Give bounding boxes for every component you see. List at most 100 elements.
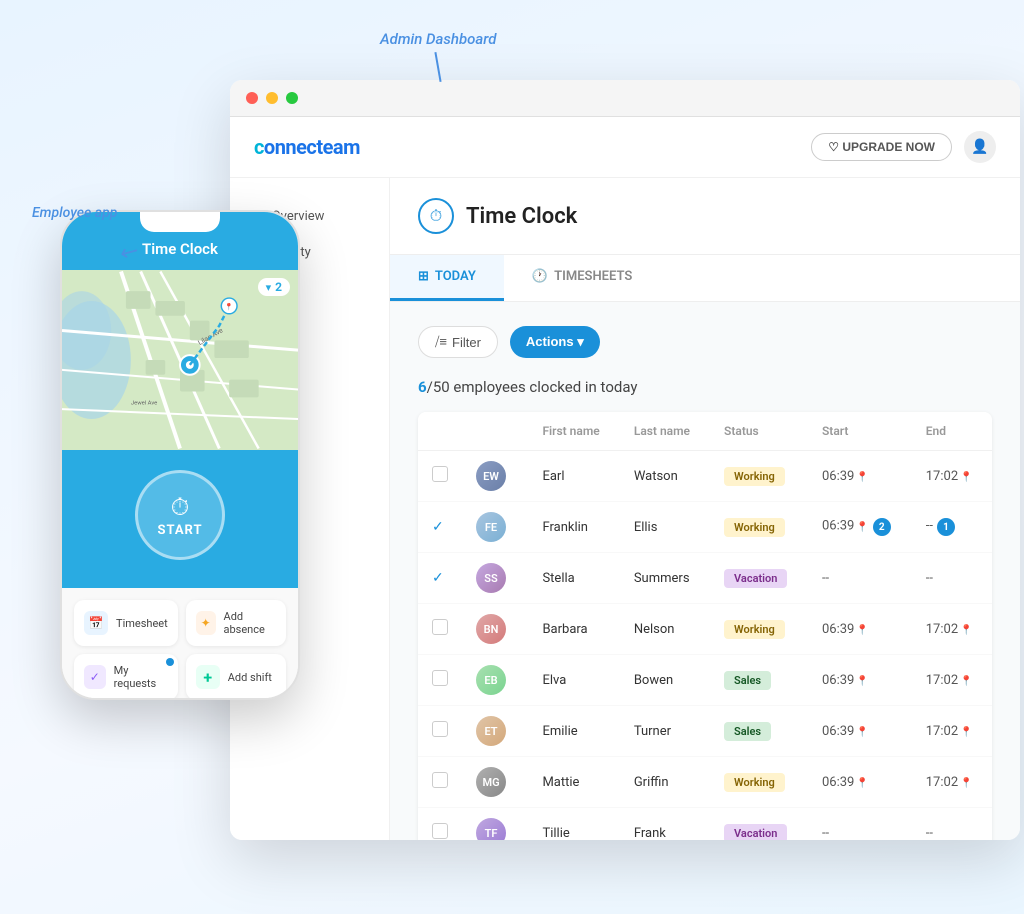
td-firstname: Tillie	[528, 808, 619, 841]
status-badge: Working	[724, 620, 785, 639]
th-end: End	[912, 412, 992, 451]
my-requests-label: My requests	[114, 664, 168, 690]
td-firstname: Barbara	[528, 604, 619, 655]
filter-button[interactable]: ⧸≡ Filter	[418, 326, 498, 358]
td-checkbox[interactable]: ✓	[418, 502, 462, 553]
td-checkbox[interactable]	[418, 604, 462, 655]
main-wrapper: Admin Dashboard Employee app ↙ Time Cloc…	[0, 0, 1024, 914]
td-end: 17:02📍	[912, 757, 992, 808]
end-time: --	[926, 519, 933, 534]
td-end: 17:02📍	[912, 451, 992, 502]
td-firstname: Earl	[528, 451, 619, 502]
content-area: ⧸≡ Filter Actions ▾ 6/50 employees clock…	[390, 302, 1020, 840]
td-lastname: Bowen	[620, 655, 710, 706]
timesheet-label: Timesheet	[116, 617, 168, 630]
td-firstname: Mattie	[528, 757, 619, 808]
end-time: 17:02	[926, 775, 958, 790]
th-lastname: Last name	[620, 412, 710, 451]
pin-icon: 📍	[856, 472, 868, 483]
add-absence-action[interactable]: ✦ Add absence	[186, 600, 286, 646]
timesheet-icon: 📅	[84, 611, 108, 635]
td-checkbox[interactable]	[418, 808, 462, 841]
start-label: START	[157, 523, 202, 538]
timer-icon: ⏱	[171, 493, 190, 521]
pin-icon-end: 📍	[960, 676, 972, 687]
upgrade-button[interactable]: ♡ UPGRADE NOW	[811, 133, 952, 161]
avatar: BN	[476, 614, 506, 644]
admin-header: connecteam ♡ UPGRADE NOW 👤	[230, 117, 1020, 178]
td-end: 17:02📍	[912, 604, 992, 655]
add-shift-action[interactable]: + Add shift	[186, 654, 286, 700]
table-row[interactable]: ✓ FE Franklin Ellis Working 06:39📍2 --1	[418, 502, 992, 553]
td-lastname: Frank	[620, 808, 710, 841]
start-time: --	[822, 571, 829, 586]
table-row[interactable]: BN Barbara Nelson Working 06:39📍 17:02📍	[418, 604, 992, 655]
status-badge: Sales	[724, 671, 771, 690]
td-lastname: Summers	[620, 553, 710, 604]
check-unchecked	[432, 721, 448, 737]
actions-label: Actions ▾	[526, 334, 584, 350]
dot-green[interactable]	[286, 92, 298, 104]
td-end: -- 1	[912, 502, 992, 553]
td-end: --	[912, 808, 992, 841]
dot-red[interactable]	[246, 92, 258, 104]
td-start: 06:39📍	[808, 451, 912, 502]
table-row[interactable]: ✓ SS Stella Summers Vacation -- --	[418, 553, 992, 604]
end-time: 17:02	[926, 724, 958, 739]
check-checked-icon: ✓	[432, 570, 444, 586]
table-row[interactable]: MG Mattie Griffin Working 06:39📍 17:02📍	[418, 757, 992, 808]
end-time: --	[926, 826, 933, 841]
td-firstname: Franklin	[528, 502, 619, 553]
phone-bottom-grid: 📅 Timesheet ✦ Add absence ✓ My requests …	[62, 588, 298, 700]
td-checkbox[interactable]	[418, 451, 462, 502]
td-avatar: ET	[462, 706, 528, 757]
employee-count-total: 50	[433, 378, 450, 396]
end-badge: 1	[937, 518, 955, 536]
tab-today-label: TODAY	[435, 269, 476, 284]
td-status: Working	[710, 502, 808, 553]
actions-button[interactable]: Actions ▾	[510, 326, 600, 358]
td-checkbox[interactable]	[418, 655, 462, 706]
status-badge: Working	[724, 518, 785, 537]
table-row[interactable]: ET Emilie Turner Sales 06:39📍 17:02📍	[418, 706, 992, 757]
th-status: Status	[710, 412, 808, 451]
check-unchecked	[432, 823, 448, 839]
table-header-row: First name Last name Status Start End	[418, 412, 992, 451]
admin-window: connecteam ♡ UPGRADE NOW 👤 ⊞ Overview ≡ …	[230, 80, 1020, 840]
tab-timesheets-icon: 🕐	[532, 269, 548, 284]
brand-logo: connecteam	[254, 135, 360, 159]
table-row[interactable]: TF Tillie Frank Vacation -- --	[418, 808, 992, 841]
pin-icon: 📍	[856, 778, 868, 789]
phone-title: Time Clock	[142, 240, 218, 258]
check-unchecked	[432, 772, 448, 788]
td-start: --	[808, 553, 912, 604]
start-time: --	[822, 826, 829, 841]
phone-start-area[interactable]: ⏱ START	[62, 450, 298, 588]
user-avatar[interactable]: 👤	[964, 131, 996, 163]
my-requests-action[interactable]: ✓ My requests	[74, 654, 178, 700]
start-time: 06:39	[822, 724, 854, 739]
td-start: 06:39📍	[808, 757, 912, 808]
avatar: ET	[476, 716, 506, 746]
td-status: Vacation	[710, 808, 808, 841]
tab-today-icon: ⊞	[418, 269, 429, 284]
tab-today[interactable]: ⊞ TODAY	[390, 255, 504, 301]
td-checkbox[interactable]	[418, 706, 462, 757]
check-unchecked	[432, 670, 448, 686]
clock-icon: ⏱	[418, 198, 454, 234]
end-time: 17:02	[926, 469, 958, 484]
td-checkbox[interactable]: ✓	[418, 553, 462, 604]
table-row[interactable]: EW Earl Watson Working 06:39📍 17:02📍	[418, 451, 992, 502]
start-button[interactable]: ⏱ START	[135, 470, 225, 560]
th-checkbox	[418, 412, 462, 451]
tab-timesheets[interactable]: 🕐 TIMESHEETS	[504, 255, 660, 301]
check-unchecked	[432, 619, 448, 635]
table-row[interactable]: EB Elva Bowen Sales 06:39📍 17:02📍	[418, 655, 992, 706]
title-bar	[230, 80, 1020, 117]
map-svg: Lilac Ave Jewel Ave 📍	[62, 270, 298, 450]
start-time: 06:39	[822, 775, 854, 790]
td-checkbox[interactable]	[418, 757, 462, 808]
end-time: --	[926, 571, 933, 586]
dot-yellow[interactable]	[266, 92, 278, 104]
timesheet-action[interactable]: 📅 Timesheet	[74, 600, 178, 646]
